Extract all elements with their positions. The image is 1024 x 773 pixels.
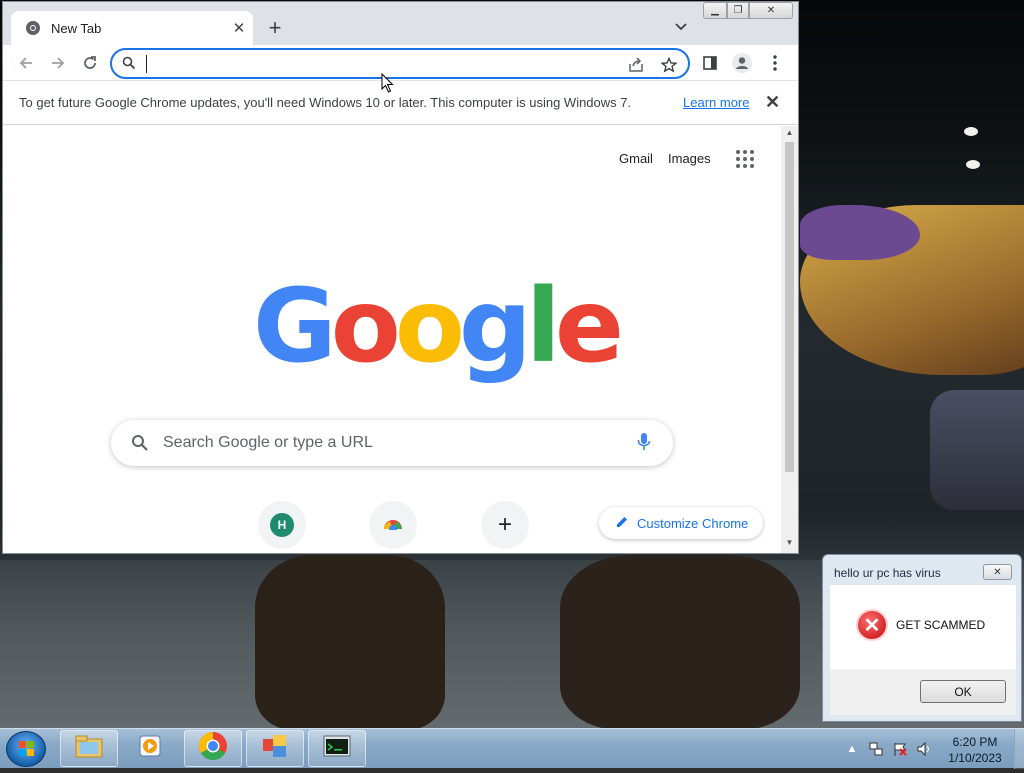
infobar-message: To get future Google Chrome updates, you… [19, 95, 632, 110]
omnibox[interactable] [110, 48, 690, 79]
profile-avatar-icon[interactable] [731, 52, 753, 74]
search-icon [131, 434, 149, 457]
chrome-web-store-icon [383, 516, 403, 535]
logo-letter: g [458, 267, 532, 386]
error-icon: ✕ [856, 609, 888, 641]
dialog-close-button[interactable]: ✕ [983, 564, 1012, 580]
taskbar-app[interactable] [246, 730, 304, 767]
learn-more-link[interactable]: Learn more [683, 95, 749, 110]
clock-time: 6:20 PM [952, 735, 998, 749]
terminal-icon [322, 734, 352, 763]
shortcut-h[interactable]: H [258, 501, 306, 549]
google-logo: Google [253, 276, 624, 378]
scroll-down-arrow-icon[interactable]: ▼ [784, 538, 795, 548]
reload-icon[interactable] [77, 51, 103, 75]
error-dialog: hello ur pc has virus ✕ ✕ GET SCAMMED OK [822, 554, 1022, 722]
infobar-close-icon[interactable]: ✕ [765, 92, 780, 113]
volume-icon[interactable] [916, 741, 932, 757]
maximize-button[interactable]: ❐ [727, 2, 749, 19]
logo-letter: o [394, 267, 465, 386]
logo-letter: l [525, 267, 561, 386]
action-center-flag-icon[interactable] [892, 741, 908, 757]
new-tab-page: Gmail Images Google Search Google or typ… [3, 126, 783, 553]
bookmark-star-icon[interactable] [659, 55, 679, 75]
wallpaper-figure-leg-left [255, 555, 445, 728]
back-arrow-icon[interactable] [13, 51, 39, 75]
customize-chrome-button[interactable]: Customize Chrome [599, 507, 763, 539]
logo-letter: G [253, 267, 337, 386]
toolbar [3, 45, 798, 81]
add-shortcut-button[interactable]: + [481, 501, 529, 549]
wallpaper-figure-pad [930, 390, 1024, 510]
network-icon[interactable] [868, 741, 884, 757]
google-search-box[interactable]: Search Google or type a URL [111, 420, 673, 466]
taskbar-chrome[interactable] [184, 730, 242, 767]
window-controls: ▁ ❐ ✕ [703, 2, 793, 19]
dialog-body: ✕ GET SCAMMED [830, 585, 1016, 669]
taskbar: ▲ 6:20 PM 1/10/2023 [0, 728, 1024, 769]
forward-arrow-icon[interactable] [45, 51, 71, 75]
dialog-title: hello ur pc has virus [834, 566, 941, 580]
scroll-thumb[interactable] [785, 142, 794, 472]
clock[interactable]: 6:20 PM 1/10/2023 [940, 734, 1010, 766]
dialog-message: GET SCAMMED [896, 618, 986, 632]
tab-title: New Tab [51, 20, 102, 36]
wallpaper-light [964, 127, 978, 136]
images-link[interactable]: Images [668, 151, 711, 166]
voice-search-mic-icon[interactable] [637, 432, 651, 457]
logo-letter: e [554, 267, 624, 386]
shortcut-h-initial: H [270, 513, 294, 537]
customize-label: Customize Chrome [637, 515, 749, 531]
chrome-icon [198, 731, 228, 766]
taskbar-media-player[interactable] [121, 730, 179, 767]
close-window-button[interactable]: ✕ [749, 2, 793, 19]
system-tray: ▲ [844, 729, 940, 769]
dialog-footer: OK [830, 669, 1016, 715]
clock-date: 1/10/2023 [948, 751, 1002, 765]
taskbar-explorer[interactable] [60, 730, 118, 767]
minimize-button[interactable]: ▁ [703, 2, 727, 19]
share-icon[interactable] [626, 55, 646, 75]
show-desktop-button[interactable] [1014, 729, 1024, 769]
chrome-window: New Tab ✕ + ▁ ❐ ✕ To get future Google C… [2, 1, 799, 554]
tab-search-icon[interactable] [671, 16, 691, 38]
wallpaper-figure-leg-right [560, 555, 800, 728]
google-apps-icon[interactable] [736, 150, 754, 168]
gmail-link[interactable]: Gmail [619, 151, 653, 166]
shortcut-web-store[interactable] [369, 501, 417, 549]
side-panel-icon[interactable] [699, 52, 721, 74]
pencil-icon [615, 515, 629, 532]
taskbar-terminal[interactable] [308, 730, 366, 767]
tab-close-icon[interactable]: ✕ [229, 18, 249, 38]
windows-explorer-icon [74, 733, 104, 764]
windows-logo-icon [19, 741, 34, 756]
update-infobar: To get future Google Chrome updates, you… [3, 81, 798, 125]
new-tab-button[interactable]: + [263, 16, 287, 40]
tab-strip: New Tab ✕ + ▁ ❐ ✕ [3, 2, 798, 45]
chrome-favicon-icon [25, 20, 41, 36]
tab-new-tab[interactable]: New Tab ✕ [11, 11, 253, 45]
more-menu-icon[interactable] [764, 52, 786, 74]
start-button[interactable] [6, 731, 46, 767]
app-icon [261, 733, 289, 764]
show-hidden-icons-icon[interactable]: ▲ [844, 741, 860, 757]
search-icon [122, 56, 136, 75]
mouse-cursor-icon [381, 72, 395, 98]
media-player-icon [137, 733, 163, 764]
wallpaper-light [966, 160, 980, 169]
address-input[interactable] [144, 54, 604, 74]
ok-button[interactable]: OK [920, 680, 1006, 703]
page-scrollbar[interactable]: ▲ ▼ [781, 126, 798, 553]
add-shortcut-icon: + [497, 511, 512, 538]
scroll-up-arrow-icon[interactable]: ▲ [784, 128, 795, 138]
logo-letter: o [330, 267, 401, 386]
search-placeholder: Search Google or type a URL [163, 434, 373, 451]
